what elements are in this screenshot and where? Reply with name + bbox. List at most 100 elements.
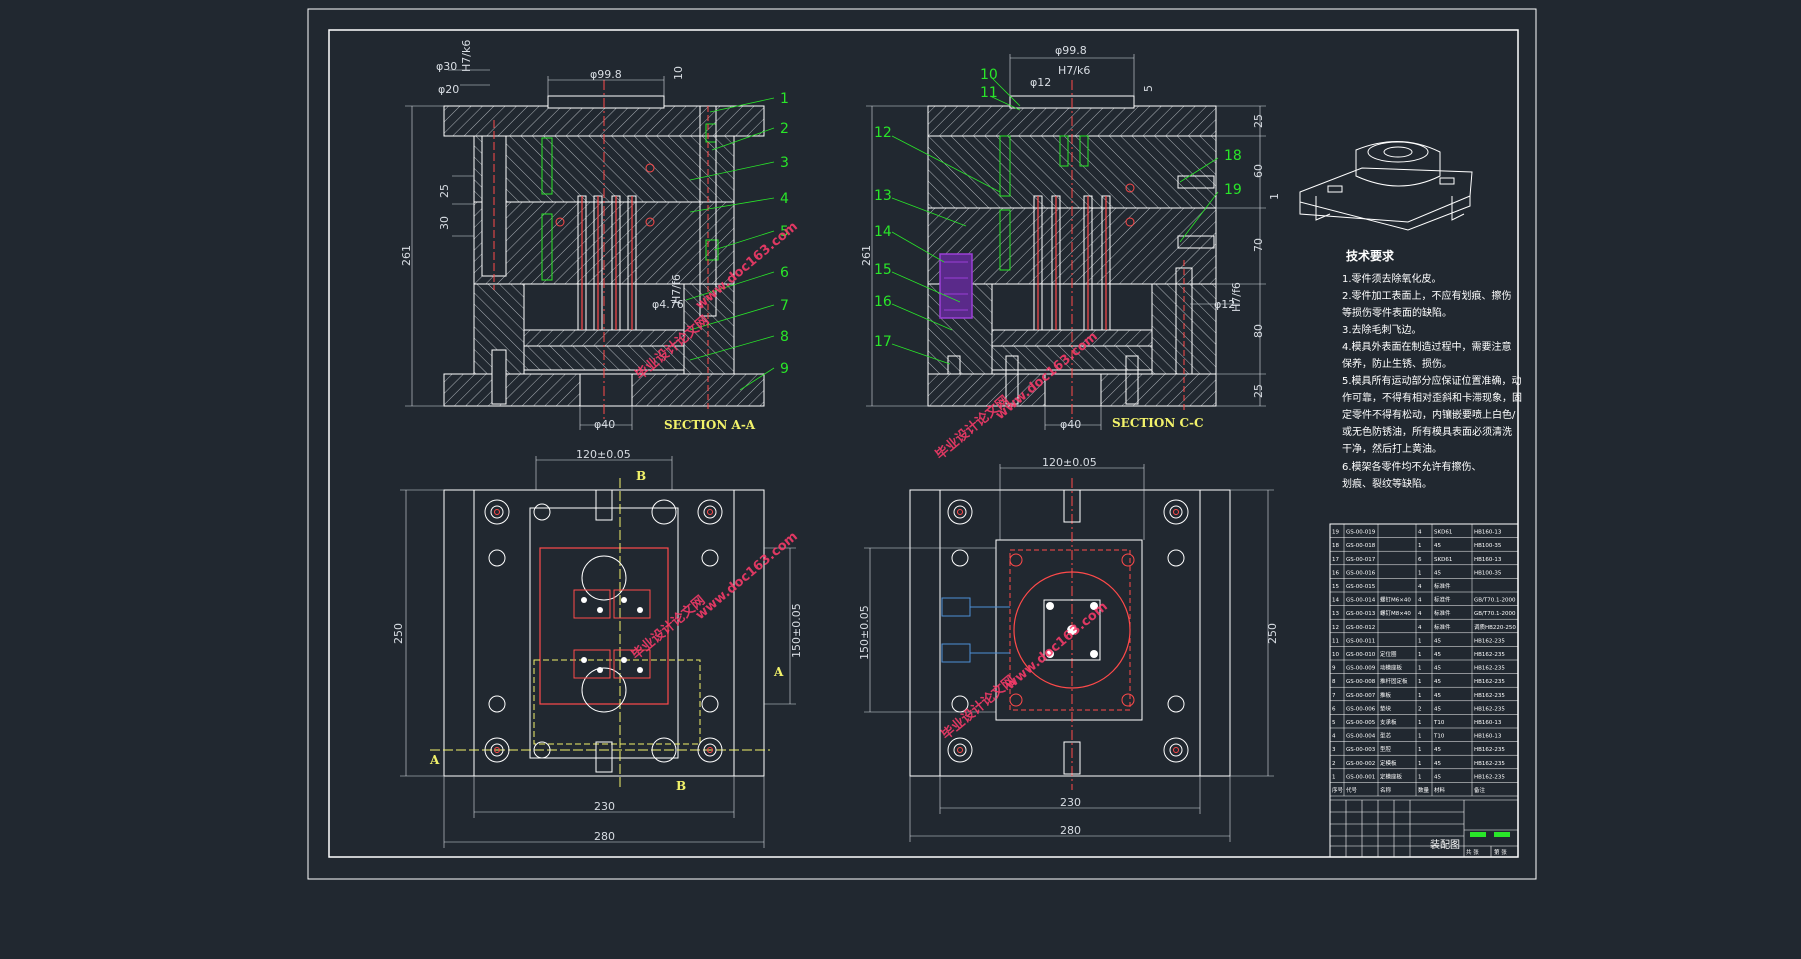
bom-cell: HB162-235: [1474, 774, 1505, 780]
bom-header-cell: 备注: [1474, 786, 1486, 794]
bom-cell: GS-00-004: [1346, 734, 1376, 740]
tech-req-line: 等损伤零件表面的缺陷。: [1342, 306, 1452, 319]
section-a-view: φ99.8 φ30 φ20 H7/k6 10 25 30 261 φ4.76 H…: [400, 40, 789, 432]
bom-cell: HB162-235: [1474, 638, 1505, 644]
bom-cell: GS-00-005: [1346, 720, 1376, 726]
bom-cell: SKD61: [1434, 530, 1452, 536]
bom-cell: 19: [1332, 530, 1339, 536]
bom-cell: 12: [1332, 625, 1339, 631]
section-c-view: φ99.8 φ12 H7/k6 5 261 25 60 1 70 φ12 H7/…: [860, 44, 1281, 431]
bom-cell: GS-00-015: [1346, 584, 1376, 590]
bom-cell: HB160-13: [1474, 720, 1502, 726]
part-isometric: [1299, 141, 1473, 231]
dim-c-d5: 5: [1142, 85, 1155, 92]
bom-header-cell: 名称: [1380, 786, 1392, 794]
bom-cell: 15: [1332, 584, 1339, 590]
bom-cell: 1: [1418, 570, 1422, 576]
dim-c-v25b: 25: [1252, 384, 1265, 398]
bom-cell: 4: [1418, 611, 1422, 617]
bom-cell: 6: [1418, 557, 1422, 563]
bom-cell: GS-00-011: [1346, 638, 1375, 644]
dim-d10: 10: [672, 66, 685, 80]
balloon-15: 15: [874, 262, 892, 278]
dim-pl-right: 150±0.05: [790, 603, 803, 658]
bom-cell: 定模座板: [1380, 772, 1403, 780]
bom-cell: 1: [1418, 774, 1422, 780]
bom-cell: 16: [1332, 570, 1339, 576]
bom-cell: 1: [1418, 679, 1422, 685]
bom-cell: 支承板: [1380, 718, 1397, 726]
bom-cell: 型腔: [1380, 745, 1392, 753]
bom-header-cell: 代号: [1346, 786, 1358, 794]
bom-cell: 14: [1332, 598, 1339, 604]
bom-header-cell: 材料: [1434, 786, 1446, 794]
balloon-6: 6: [780, 265, 789, 281]
bom-cell: GB/T70.1-2000: [1474, 611, 1516, 617]
tech-req-line: 4.模具外表面在制造过程中，需要注意: [1342, 340, 1512, 353]
bom-cell: GS-00-013: [1346, 611, 1376, 617]
bom-cell: 45: [1434, 706, 1441, 712]
bom-cell: 4: [1418, 598, 1422, 604]
watermark: www.doc163.com: [1003, 599, 1111, 693]
bom-cell: 1: [1418, 761, 1422, 767]
bom-cell: 45: [1434, 638, 1441, 644]
balloon-10: 10: [980, 67, 998, 83]
bom-cell: GS-00-001: [1346, 774, 1375, 780]
balloon-14: 14: [874, 224, 892, 240]
dim-d30: φ30: [436, 60, 457, 73]
bom-cell: 定位圈: [1380, 650, 1397, 658]
bom-cell: 2: [1332, 761, 1336, 767]
dim-bottom: φ40: [594, 418, 615, 431]
label-a-right: A: [773, 665, 784, 679]
label-b-bottom: B: [676, 779, 686, 793]
bom-cell: 1: [1418, 543, 1422, 549]
dim-pr-230: 230: [1060, 796, 1081, 809]
bom-cell: GS-00-009: [1346, 666, 1376, 672]
bom-cell: 4: [1418, 625, 1422, 631]
bom-cell: 1: [1418, 720, 1422, 726]
balloon-8: 8: [780, 329, 789, 345]
bom-cell: 1: [1418, 693, 1422, 699]
tech-req-line: 干净，然后打上黄油。: [1342, 442, 1442, 455]
dim-v30: 30: [438, 216, 451, 230]
section-a-title: SECTION A-A: [664, 418, 756, 432]
plan-left-view: 120±0.05 250 150±0.05 230 280 B B A A: [392, 448, 803, 848]
bom-cell: 18: [1332, 543, 1339, 549]
dim-pr-280: 280: [1060, 824, 1081, 837]
bom-header-cell: 序号: [1332, 786, 1344, 794]
bom-cell: 3: [1332, 747, 1336, 753]
bom-cell: HB162-235: [1474, 693, 1505, 699]
bom-cell: GS-00-017: [1346, 557, 1376, 563]
bom-cell: 45: [1434, 761, 1441, 767]
dim-c-fit1: H7/k6: [1058, 64, 1090, 77]
bom-cell: 45: [1434, 693, 1441, 699]
bom-cell: 9: [1332, 666, 1336, 672]
bom-cell: GS-00-008: [1346, 679, 1376, 685]
bom-cell: 推板: [1380, 691, 1392, 699]
dim-fit2: H7/f6: [670, 274, 683, 304]
bom-cell: HB162-235: [1474, 747, 1505, 753]
bom-cell: GS-00-019: [1346, 530, 1376, 536]
bom-cell: 调质HB220-250: [1474, 623, 1516, 631]
section-c-title: SECTION C-C: [1112, 416, 1204, 430]
dim-c-fit2: H7/f6: [1230, 282, 1243, 312]
dim-d20: φ20: [438, 83, 459, 96]
dim-v25: 25: [438, 184, 451, 198]
tech-req-line: 2.零件加工表面上，不应有划痕、擦伤: [1342, 289, 1512, 302]
tech-req-line: 6.模架各零件均不允许有擦伤、: [1342, 460, 1482, 473]
dim-pr-left: 150±0.05: [858, 605, 871, 660]
bom-cell: 17: [1332, 557, 1339, 563]
balloon-4: 4: [780, 191, 789, 207]
bom-cell: HB162-235: [1474, 761, 1505, 767]
bom-cell: GB/T70.1-2000: [1474, 598, 1516, 604]
dim-pl-230: 230: [594, 800, 615, 813]
dim-c-v25a: 25: [1252, 114, 1265, 128]
bom-cell: GS-00-014: [1346, 598, 1376, 604]
bom-cell: 5: [1332, 720, 1336, 726]
bom-cell: GS-00-012: [1346, 625, 1375, 631]
dim-pr-right: 250: [1266, 623, 1279, 644]
bom-cell: GS-00-018: [1346, 543, 1376, 549]
bom-cell: 13: [1332, 611, 1339, 617]
dim-pr-top: 120±0.05: [1042, 456, 1097, 469]
dim-top-width: φ99.8: [590, 68, 622, 81]
